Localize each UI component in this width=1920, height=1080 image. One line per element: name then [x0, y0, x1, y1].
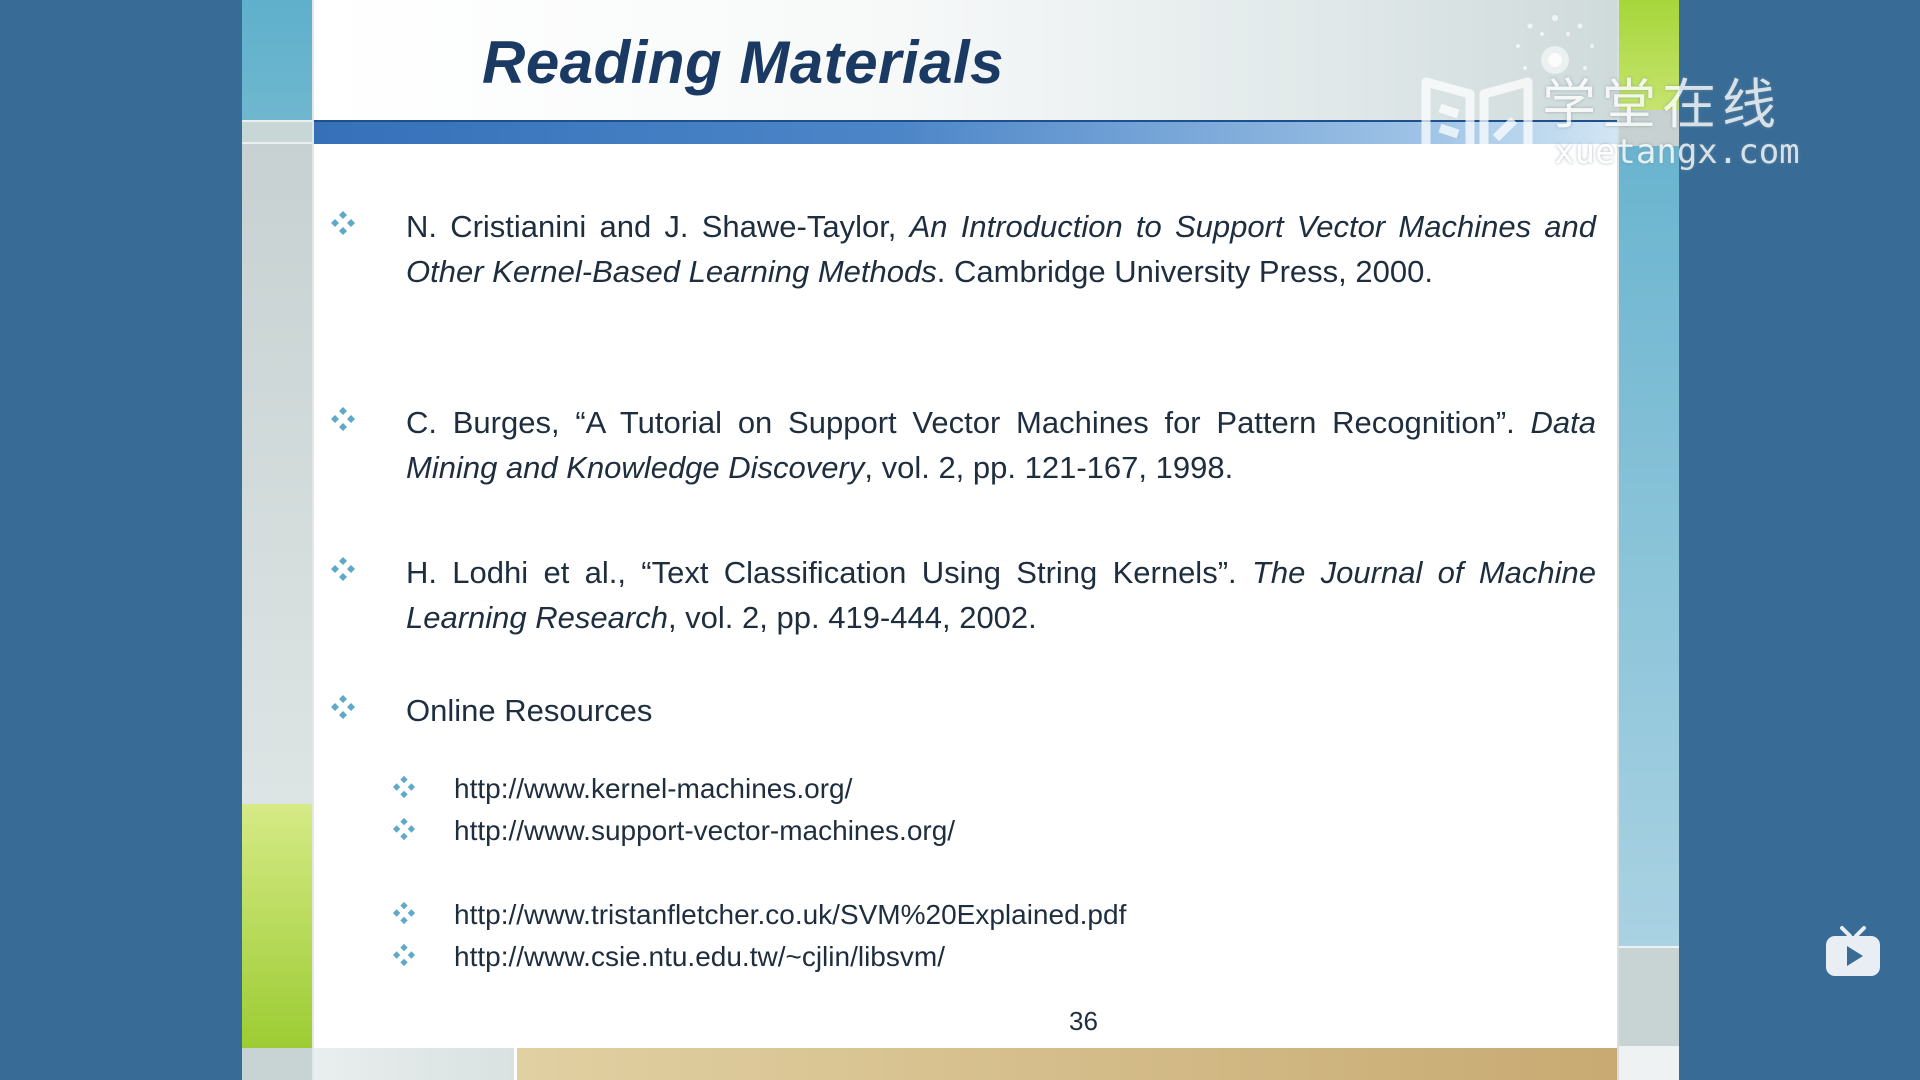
reference-authors: H. Lodhi et al., “Text Classification Us… — [406, 555, 1252, 590]
open-book-logo-icon — [1421, 77, 1533, 173]
reference-authors: N. Cristianini and J. Shawe-Taylor, — [406, 209, 910, 244]
reference-publisher: . Cambridge University Press, 2000. — [936, 254, 1433, 289]
reference-item: N. Cristianini and J. Shawe-Taylor, An I… — [330, 204, 1596, 334]
resource-link-item[interactable]: http://www.kernel-machines.org/ — [392, 770, 1392, 810]
online-resources-label: Online Resources — [406, 693, 653, 728]
reference-volume: , vol. 2, pp. 419-444, 2002. — [667, 600, 1037, 635]
reference-text: H. Lodhi et al., “Text Classification Us… — [406, 550, 1596, 640]
diamond-bullet-icon — [392, 901, 416, 925]
diamond-bullet-icon — [392, 943, 416, 967]
reference-text: N. Cristianini and J. Shawe-Taylor, An I… — [406, 204, 1596, 294]
diamond-bullet-icon — [331, 695, 355, 719]
page-number: 36 — [1069, 1006, 1098, 1036]
resource-link[interactable]: http://www.kernel-machines.org/ — [454, 770, 852, 808]
diamond-bullet-icon — [331, 557, 355, 581]
watermark-domain-text: xuetangx.com — [1554, 132, 1800, 172]
resource-link-item[interactable]: http://www.csie.ntu.edu.tw/~cjlin/libsvm… — [392, 938, 1392, 978]
reference-volume: , vol. 2, pp. 121-167, 1998. — [864, 450, 1234, 485]
resource-link[interactable]: http://www.csie.ntu.edu.tw/~cjlin/libsvm… — [454, 938, 945, 976]
diamond-bullet-icon — [392, 775, 416, 799]
diamond-bullet-icon — [392, 817, 416, 841]
play-tv-icon[interactable] — [1824, 924, 1882, 980]
diamond-bullet-icon — [331, 211, 355, 235]
diamond-bullet-icon — [331, 407, 355, 431]
xuetangx-watermark: 学堂在线 xuetangx.com — [1418, 60, 1818, 190]
watermark-chinese-text: 学堂在线 — [1542, 73, 1782, 136]
reference-text: C. Burges, “A Tutorial on Support Vector… — [406, 400, 1596, 490]
resource-link[interactable]: http://www.tristanfletcher.co.uk/SVM%20E… — [454, 896, 1126, 934]
resource-link[interactable]: http://www.support-vector-machines.org/ — [454, 812, 955, 850]
online-resources-item: Online Resources — [330, 688, 1590, 734]
reference-item: H. Lodhi et al., “Text Classification Us… — [330, 550, 1596, 640]
resource-link-item[interactable]: http://www.support-vector-machines.org/ — [392, 812, 1392, 852]
resource-link-item[interactable]: http://www.tristanfletcher.co.uk/SVM%20E… — [392, 896, 1392, 936]
reference-item: C. Burges, “A Tutorial on Support Vector… — [330, 400, 1596, 490]
reference-authors: C. Burges, “A Tutorial on Support Vector… — [406, 405, 1531, 440]
